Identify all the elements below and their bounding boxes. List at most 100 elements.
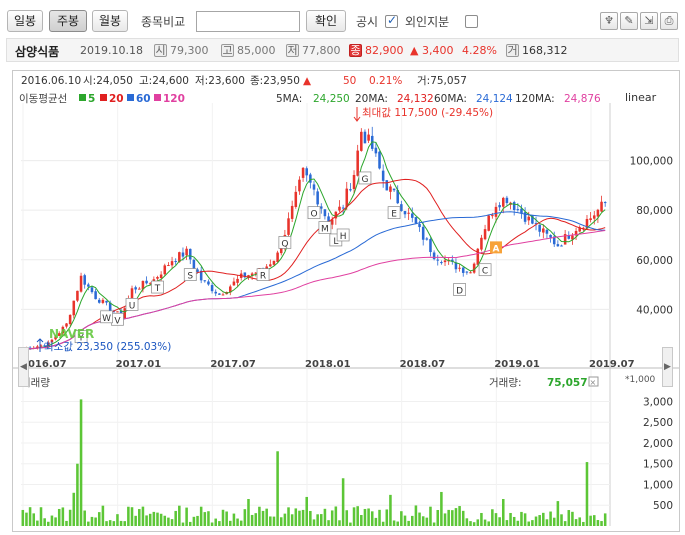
volume-bar [571,511,574,526]
candle-body [156,276,159,279]
volume-bar [396,521,399,526]
scale-label[interactable]: linear [625,91,657,104]
volume-bar [538,515,541,526]
volume-bar [523,513,527,526]
volume-bar [119,520,123,526]
candle-body [83,275,86,285]
daily-chart-button[interactable]: 일봉 [7,10,43,32]
quote-bar: 삼양식품 2019.10.18 시 79,300 고 85,000 저 77,8… [6,38,679,62]
toolbar: 일봉 주봉 월봉 종목비교 확인 공시 외인지분 ♆ ✎ ⇲ ⎙ [0,0,685,36]
volume-bar [199,506,203,526]
monthly-chart-button[interactable]: 월봉 [92,10,128,32]
price-volume-chart[interactable]: 40,000 60,000 80,000 100,000 500 1,000 1,500 2,… [13,71,679,531]
volume-bar [141,506,145,526]
volume-bar [447,509,450,526]
volume-bar [367,508,370,526]
weekly-chart-button[interactable]: 주봉 [49,10,87,32]
candle-body [276,252,279,263]
candle-body [432,252,436,260]
candle-body [287,218,290,235]
scroll-right-icon[interactable]: ▶ [662,347,673,387]
candle-body [516,209,520,211]
candle-body [425,238,429,240]
high-price: 85,000 [237,44,276,57]
volume-bar [505,520,509,526]
scroll-left-icon[interactable]: ◀ [18,347,29,387]
print-icon[interactable]: ⎙ [660,12,678,30]
candle-body [134,287,137,290]
volume-bar [287,507,290,526]
candle-body [316,191,319,205]
candle-body [476,248,480,265]
volume-badge: 거 [506,44,519,57]
candle-body [545,229,549,234]
pin-icon[interactable]: ♆ [600,12,618,30]
candle-body [527,216,531,221]
candle-body [403,211,407,215]
candle-body [320,206,323,209]
volume-bar [247,499,250,526]
ma60-value: 24,124 [476,93,513,105]
volume-bar [556,501,560,526]
volume-label: 거래량: [489,377,522,389]
volume-bar [480,512,483,526]
candle-body [367,134,370,141]
disclosure-checkbox[interactable] [385,13,398,28]
volume-bar [582,521,585,526]
price-change-percent: 4.28% [462,44,497,57]
foreign-checkbox[interactable] [465,15,478,28]
volume-bar [97,512,101,526]
candle-body [542,228,545,233]
volume-bar [534,516,538,526]
candle-body [374,147,378,154]
candle-body [345,188,349,208]
volume-bar [407,520,410,526]
stock-name: 삼양식품 [15,45,60,59]
volume-bar [494,513,498,526]
pattern-marker-label: G [361,175,368,185]
volume-bar [338,520,341,526]
draw-icon[interactable]: ✎ [620,12,638,30]
candle-body [305,168,308,176]
volume-bar [585,462,589,526]
volume-tick-label: 500 [653,500,673,512]
candle-body [312,184,316,190]
volume-bar [600,521,603,526]
volume-bar [265,508,268,526]
candle-body [167,265,170,267]
volume-close-glyph: × [590,378,597,387]
candle-body [105,300,108,303]
volume-bar [192,516,196,526]
volume-bar [196,515,199,526]
volume-total: 168,312 [522,44,568,57]
confirm-button[interactable]: 확인 [306,10,346,32]
candle-body [560,245,563,247]
price-tick-label: 80,000 [636,205,673,217]
volume-bar [229,520,232,526]
volume-bar [483,519,487,526]
ma5-swatch [79,94,86,101]
candle-body [461,267,465,273]
volume-bar [43,518,46,526]
high-badge: 고 [221,44,234,57]
volume-bar [440,491,443,526]
pattern-marker-label: V [114,316,121,326]
ma-panel-title: 이동평균선 [19,93,67,105]
volume-bar [516,520,520,526]
volume-bar [76,463,79,526]
ma20-swatch [100,94,107,101]
volume-bar [269,516,272,526]
candle-body [480,237,483,250]
volume-bar [429,506,432,526]
volume-bar [458,506,461,526]
compare-input[interactable] [196,11,300,32]
candle-body [79,275,83,292]
volume-bar [596,520,600,526]
volume-bar [334,506,338,526]
cursor-low: 저:23,600 [195,75,245,87]
candle-body [385,180,389,191]
expand-icon[interactable]: ⇲ [640,12,658,30]
candle-body [192,259,196,269]
volume-tick-label: 1,000 [643,479,673,491]
volume-bar [461,510,465,526]
